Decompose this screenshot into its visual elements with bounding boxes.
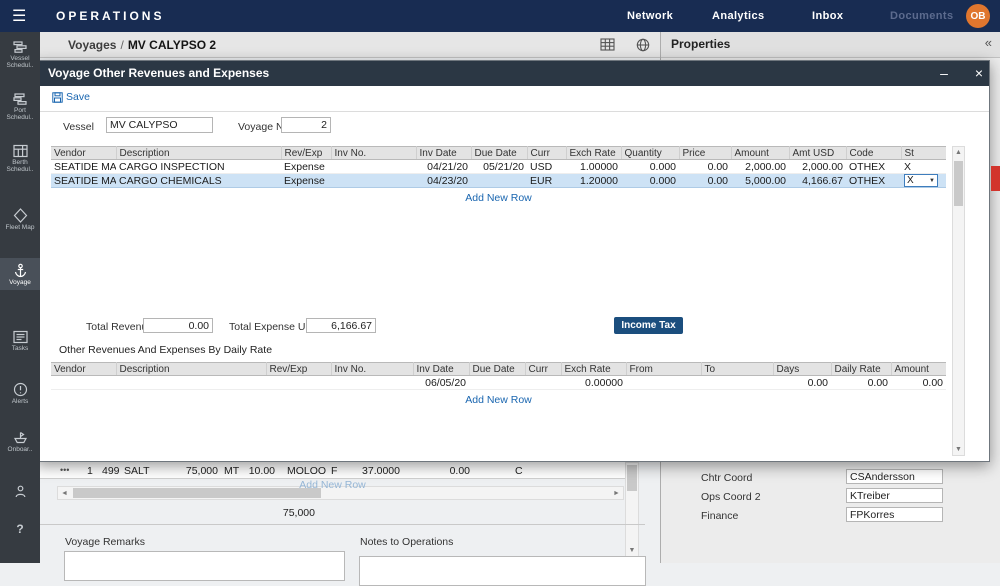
finance-field[interactable] (846, 507, 943, 522)
notes-to-operations-label: Notes to Operations (360, 536, 453, 548)
berth-schedule-icon (13, 144, 28, 158)
total-revenue-field[interactable] (143, 318, 213, 333)
total-expense-field[interactable] (306, 318, 376, 333)
add-new-row-link-revexp[interactable]: Add New Row (51, 192, 946, 204)
globe-icon[interactable] (636, 38, 650, 57)
nav-analytics[interactable]: Analytics (712, 10, 765, 22)
tasks-icon (13, 330, 28, 344)
alerts-icon (13, 382, 28, 397)
breadcrumb-current: MV CALYPSO 2 (128, 38, 216, 52)
ops-coord-2-field[interactable] (846, 488, 943, 503)
modal-toolbar: Save (36, 86, 989, 112)
help-icon[interactable]: ? (0, 522, 40, 536)
minimize-icon[interactable]: – (934, 63, 954, 83)
sidebar-item-vessel-schedule[interactable]: Vessel Schedul.. (0, 40, 40, 69)
add-new-row-link-daily[interactable]: Add New Row (51, 394, 946, 406)
left-sidebar: Vessel Schedul.. Port Schedul.. Berth Sc… (0, 32, 40, 563)
modal-vertical-scrollbar[interactable]: ▲ ▼ (952, 146, 965, 456)
hamburger-menu-icon[interactable]: ☰ (12, 6, 26, 26)
daily-rate-table: Vendor Description Rev/Exp Inv No. Inv D… (51, 362, 946, 390)
sidebar-item-tasks[interactable]: Tasks (0, 330, 40, 352)
red-scroll-indicator[interactable] (991, 166, 1000, 191)
scroll-down-icon[interactable]: ▼ (626, 547, 638, 554)
close-icon[interactable]: × (969, 63, 989, 83)
finance-label: Finance (701, 510, 738, 522)
app-title: OPERATIONS (56, 9, 164, 23)
scroll-up-icon[interactable]: ▲ (953, 149, 964, 156)
section-divider (40, 524, 645, 525)
rev-exp-row-2[interactable]: SEATIDE MARITIM CARGO CHEMICALS Expense … (51, 174, 946, 188)
sidebar-item-port-schedule[interactable]: Port Schedul.. (0, 92, 40, 121)
modal-title-bar[interactable]: Voyage Other Revenues and Expenses – × (36, 61, 989, 86)
daily-rate-section-title: Other Revenues And Expenses By Daily Rat… (59, 344, 272, 356)
sidebar-item-voyage[interactable]: Voyage (0, 258, 40, 290)
sidebar-item-alerts[interactable]: Alerts (0, 382, 40, 405)
voyage-remarks-label: Voyage Remarks (65, 536, 145, 548)
voyage-no-field[interactable] (281, 117, 331, 133)
sidebar-item-onboard[interactable]: Onboar.. (0, 430, 40, 453)
voyage-icon (13, 263, 28, 278)
modal-title: Voyage Other Revenues and Expenses (48, 66, 269, 80)
vessel-schedule-icon (13, 40, 28, 54)
rev-exp-row-1[interactable]: SEATIDE MARITIM CARGO INSPECTION Expense… (51, 160, 946, 174)
properties-title: Properties (671, 37, 730, 51)
user-avatar[interactable]: OB (966, 4, 990, 28)
scroll-down-icon[interactable]: ▼ (953, 446, 964, 453)
breadcrumb-bar: Voyages/MV CALYPSO 2 (40, 32, 660, 58)
save-icon (52, 92, 63, 103)
top-bar: ☰ OPERATIONS Network Analytics Inbox Doc… (0, 0, 1000, 32)
chevron-down-icon: ▼ (929, 178, 935, 184)
voyage-other-revenues-modal: Voyage Other Revenues and Expenses – × S… (35, 60, 990, 462)
scroll-right-icon[interactable]: ► (610, 490, 623, 497)
rev-exp-table: Vendor Description Rev/Exp Inv No. Inv D… (51, 146, 946, 188)
onboard-icon (13, 430, 28, 445)
port-schedule-icon (13, 92, 28, 106)
chtr-coord-field[interactable] (846, 469, 943, 484)
add-new-row-link-background[interactable]: Add New Row (40, 479, 625, 491)
sidebar-item-berth-schedule[interactable]: Berth Schedul.. (0, 144, 40, 173)
user-access-icon (13, 484, 28, 499)
cargo-table-row[interactable]: ••• 1 499 SALT 75,000 MT 10.00 MOLOO F 3… (40, 462, 625, 479)
table-view-icon[interactable] (600, 38, 615, 56)
vessel-label: Vessel (63, 121, 94, 133)
row-menu-dots-icon[interactable]: ••• (60, 465, 69, 475)
fleet-map-icon (13, 208, 28, 223)
modal-scrollbar-thumb[interactable] (954, 161, 963, 206)
ops-coord-2-label: Ops Coord 2 (701, 491, 761, 503)
voyage-remarks-textarea[interactable] (64, 551, 345, 581)
nav-network[interactable]: Network (627, 10, 673, 22)
sidebar-item-access[interactable] (0, 484, 40, 500)
save-button[interactable]: Save (52, 91, 90, 103)
nav-inbox[interactable]: Inbox (812, 10, 843, 22)
breadcrumb: Voyages/MV CALYPSO 2 (68, 38, 216, 52)
vertical-scrollbar-lower[interactable]: ▼ (625, 462, 639, 557)
vertical-scrollbar-thumb[interactable] (627, 465, 637, 491)
notes-to-operations-textarea[interactable] (359, 556, 646, 586)
nav-documents: Documents (890, 10, 954, 22)
vessel-field[interactable] (106, 117, 213, 133)
scroll-left-icon[interactable]: ◄ (58, 490, 71, 497)
status-select[interactable]: X ▼ (904, 174, 938, 187)
income-tax-button[interactable]: Income Tax (614, 317, 683, 334)
properties-header: Properties « (661, 32, 1000, 58)
chtr-coord-label: Chtr Coord (701, 472, 752, 484)
daily-rate-row-1[interactable]: 06/05/20 0.00000 0.00 0.00 0.00 (51, 376, 946, 390)
sidebar-item-fleet-map[interactable]: Fleet Map (0, 208, 40, 231)
rev-exp-header-row: Vendor Description Rev/Exp Inv No. Inv D… (51, 147, 946, 160)
breadcrumb-voyages-link[interactable]: Voyages (68, 38, 116, 52)
cargo-quantity-total: 75,000 (255, 507, 315, 519)
daily-rate-header-row: Vendor Description Rev/Exp Inv No. Inv D… (51, 363, 946, 376)
collapse-panel-icon[interactable]: « (985, 35, 992, 50)
